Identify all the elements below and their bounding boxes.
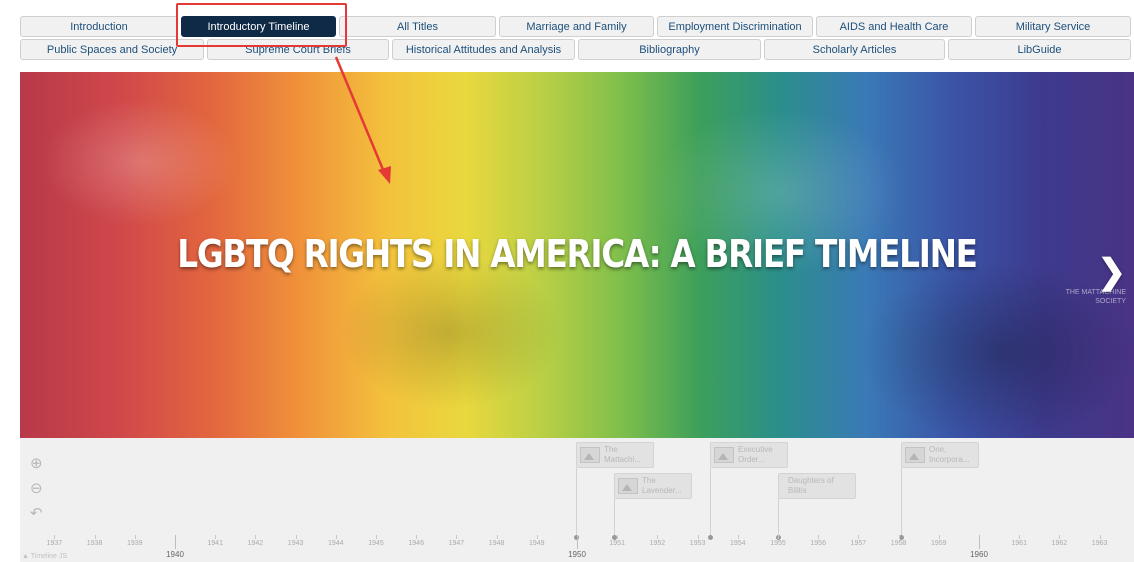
image-icon: [905, 447, 925, 463]
tab-aids-and-health-care[interactable]: AIDS and Health Care: [816, 16, 972, 37]
year-tick-label: 1963: [1091, 540, 1108, 547]
year-tick-mark: [697, 535, 699, 539]
year-tick-label: 1937: [46, 540, 63, 547]
year-tick-mark: [94, 535, 96, 539]
year-tick-label: 1943: [287, 540, 304, 547]
year-tick-mark: [938, 535, 940, 539]
image-icon: [618, 478, 638, 494]
year-tick-label: 1957: [850, 540, 867, 547]
year-tick-label: 1946: [408, 540, 424, 547]
year-tick-mark: [858, 535, 860, 539]
year-tick-mark: [778, 535, 779, 539]
year-tick-mark: [737, 535, 739, 539]
year-tick-label: 1958: [890, 540, 907, 547]
year-tick-label: 1959: [931, 540, 947, 547]
decade-label: 1950: [568, 550, 586, 559]
year-tick-mark: [1099, 535, 1101, 539]
year-tick-label: 1942: [247, 540, 264, 547]
decade-tick-mark: [175, 535, 176, 549]
year-tick-mark: [456, 535, 458, 539]
timeline-marker-mattachine[interactable]: The Mattachi...: [576, 442, 654, 468]
image-icon: [714, 447, 734, 463]
tab-all-titles[interactable]: All Titles: [339, 16, 496, 37]
chevron-right-icon[interactable]: ❯: [1098, 252, 1127, 292]
year-tick-mark: [1059, 535, 1061, 539]
timeline-marker-executive-order[interactable]: Executive Order...: [710, 442, 788, 468]
year-tick-label: 1939: [127, 540, 143, 547]
timeline-navigator: ⊕ ⊖ ↶ The Mattachi... The Lavender... Exec…: [20, 438, 1134, 562]
year-tick-label: 1951: [609, 540, 625, 547]
year-tick-mark: [898, 535, 900, 539]
tab-libguide[interactable]: LibGuide: [948, 39, 1131, 60]
year-tick-mark: [496, 535, 498, 539]
tab-introductory-timeline[interactable]: Introductory Timeline: [181, 16, 336, 37]
timeline-marker-lavender[interactable]: The Lavender...: [614, 473, 692, 499]
tab-navigation: Introduction Introductory Timeline All T…: [0, 0, 1134, 70]
zoom-in-icon[interactable]: ⊕: [30, 454, 43, 472]
year-tick-label: 1954: [730, 540, 746, 547]
year-tick-label: 1961: [1011, 540, 1027, 547]
year-tick-label: 1953: [689, 540, 706, 547]
year-tick-mark: [818, 535, 820, 539]
decade-tick-mark: [577, 535, 578, 549]
timeline-marker-daughters-of-bilitis[interactable]: Daughters of Bilitis: [778, 473, 856, 499]
year-tick-mark: [1019, 535, 1021, 539]
year-tick-mark: [215, 535, 217, 539]
year-tick-label: 1955: [770, 540, 786, 547]
next-slide-caption: THE MATTACHINE SOCIETY: [1065, 289, 1126, 305]
decade-label: 1940: [166, 550, 184, 559]
decade-tick-mark: [979, 535, 980, 549]
year-tick-mark: [416, 535, 418, 539]
year-tick-label: 1938: [86, 540, 103, 547]
timelinejs-brand: ▲ Timeline JS: [22, 553, 68, 560]
timeline-marker-one-incorporated[interactable]: One, Incorpora...: [901, 442, 979, 468]
year-tick-label: 1948: [488, 540, 505, 547]
tab-supreme-court-briefs[interactable]: Supreme Court Briefs: [207, 39, 389, 60]
tab-military-service[interactable]: Military Service: [975, 16, 1131, 37]
tab-historical-attitudes-and-analysis[interactable]: Historical Attitudes and Analysis: [392, 39, 575, 60]
zoom-out-icon[interactable]: ⊖: [30, 479, 43, 497]
year-tick-mark: [335, 535, 337, 539]
tab-employment-discrimination[interactable]: Employment Discrimination: [657, 16, 813, 37]
image-icon: [580, 447, 600, 463]
tab-bibliography[interactable]: Bibliography: [578, 39, 761, 60]
year-tick-mark: [295, 535, 297, 539]
year-tick-label: 1947: [448, 540, 465, 547]
slide-title: LGBTQ RIGHTS IN AMERICA: A BRIEF TIMELIN…: [177, 232, 978, 276]
tab-marriage-and-family[interactable]: Marriage and Family: [499, 16, 654, 37]
year-tick-label: 1945: [368, 540, 384, 547]
tab-scholarly-articles[interactable]: Scholarly Articles: [764, 39, 945, 60]
year-tick-label: 1944: [328, 540, 344, 547]
year-tick-mark: [54, 535, 56, 539]
year-tick-mark: [617, 535, 619, 539]
year-tick-mark: [657, 535, 659, 539]
timeline-title-slide: LGBTQ RIGHTS IN AMERICA: A BRIEF TIMELIN…: [20, 72, 1134, 438]
year-tick-mark: [536, 535, 538, 539]
year-tick-label: 1941: [207, 540, 223, 547]
year-tick-mark: [255, 535, 257, 539]
timeline-year-axis: ▲ Timeline JS 1937 1938 1939 1941 1942 1943 19…: [20, 535, 1134, 562]
year-tick-label: 1949: [529, 540, 545, 547]
tab-introduction[interactable]: Introduction: [20, 16, 178, 37]
back-to-start-icon[interactable]: ↶: [30, 504, 43, 522]
year-tick-mark: [134, 535, 136, 539]
year-tick-label: 1962: [1051, 540, 1068, 547]
tab-public-spaces-and-society[interactable]: Public Spaces and Society: [20, 39, 204, 60]
year-tick-label: 1956: [810, 540, 826, 547]
year-tick-label: 1952: [649, 540, 666, 547]
decade-label: 1960: [970, 550, 988, 559]
year-tick-mark: [376, 535, 377, 539]
